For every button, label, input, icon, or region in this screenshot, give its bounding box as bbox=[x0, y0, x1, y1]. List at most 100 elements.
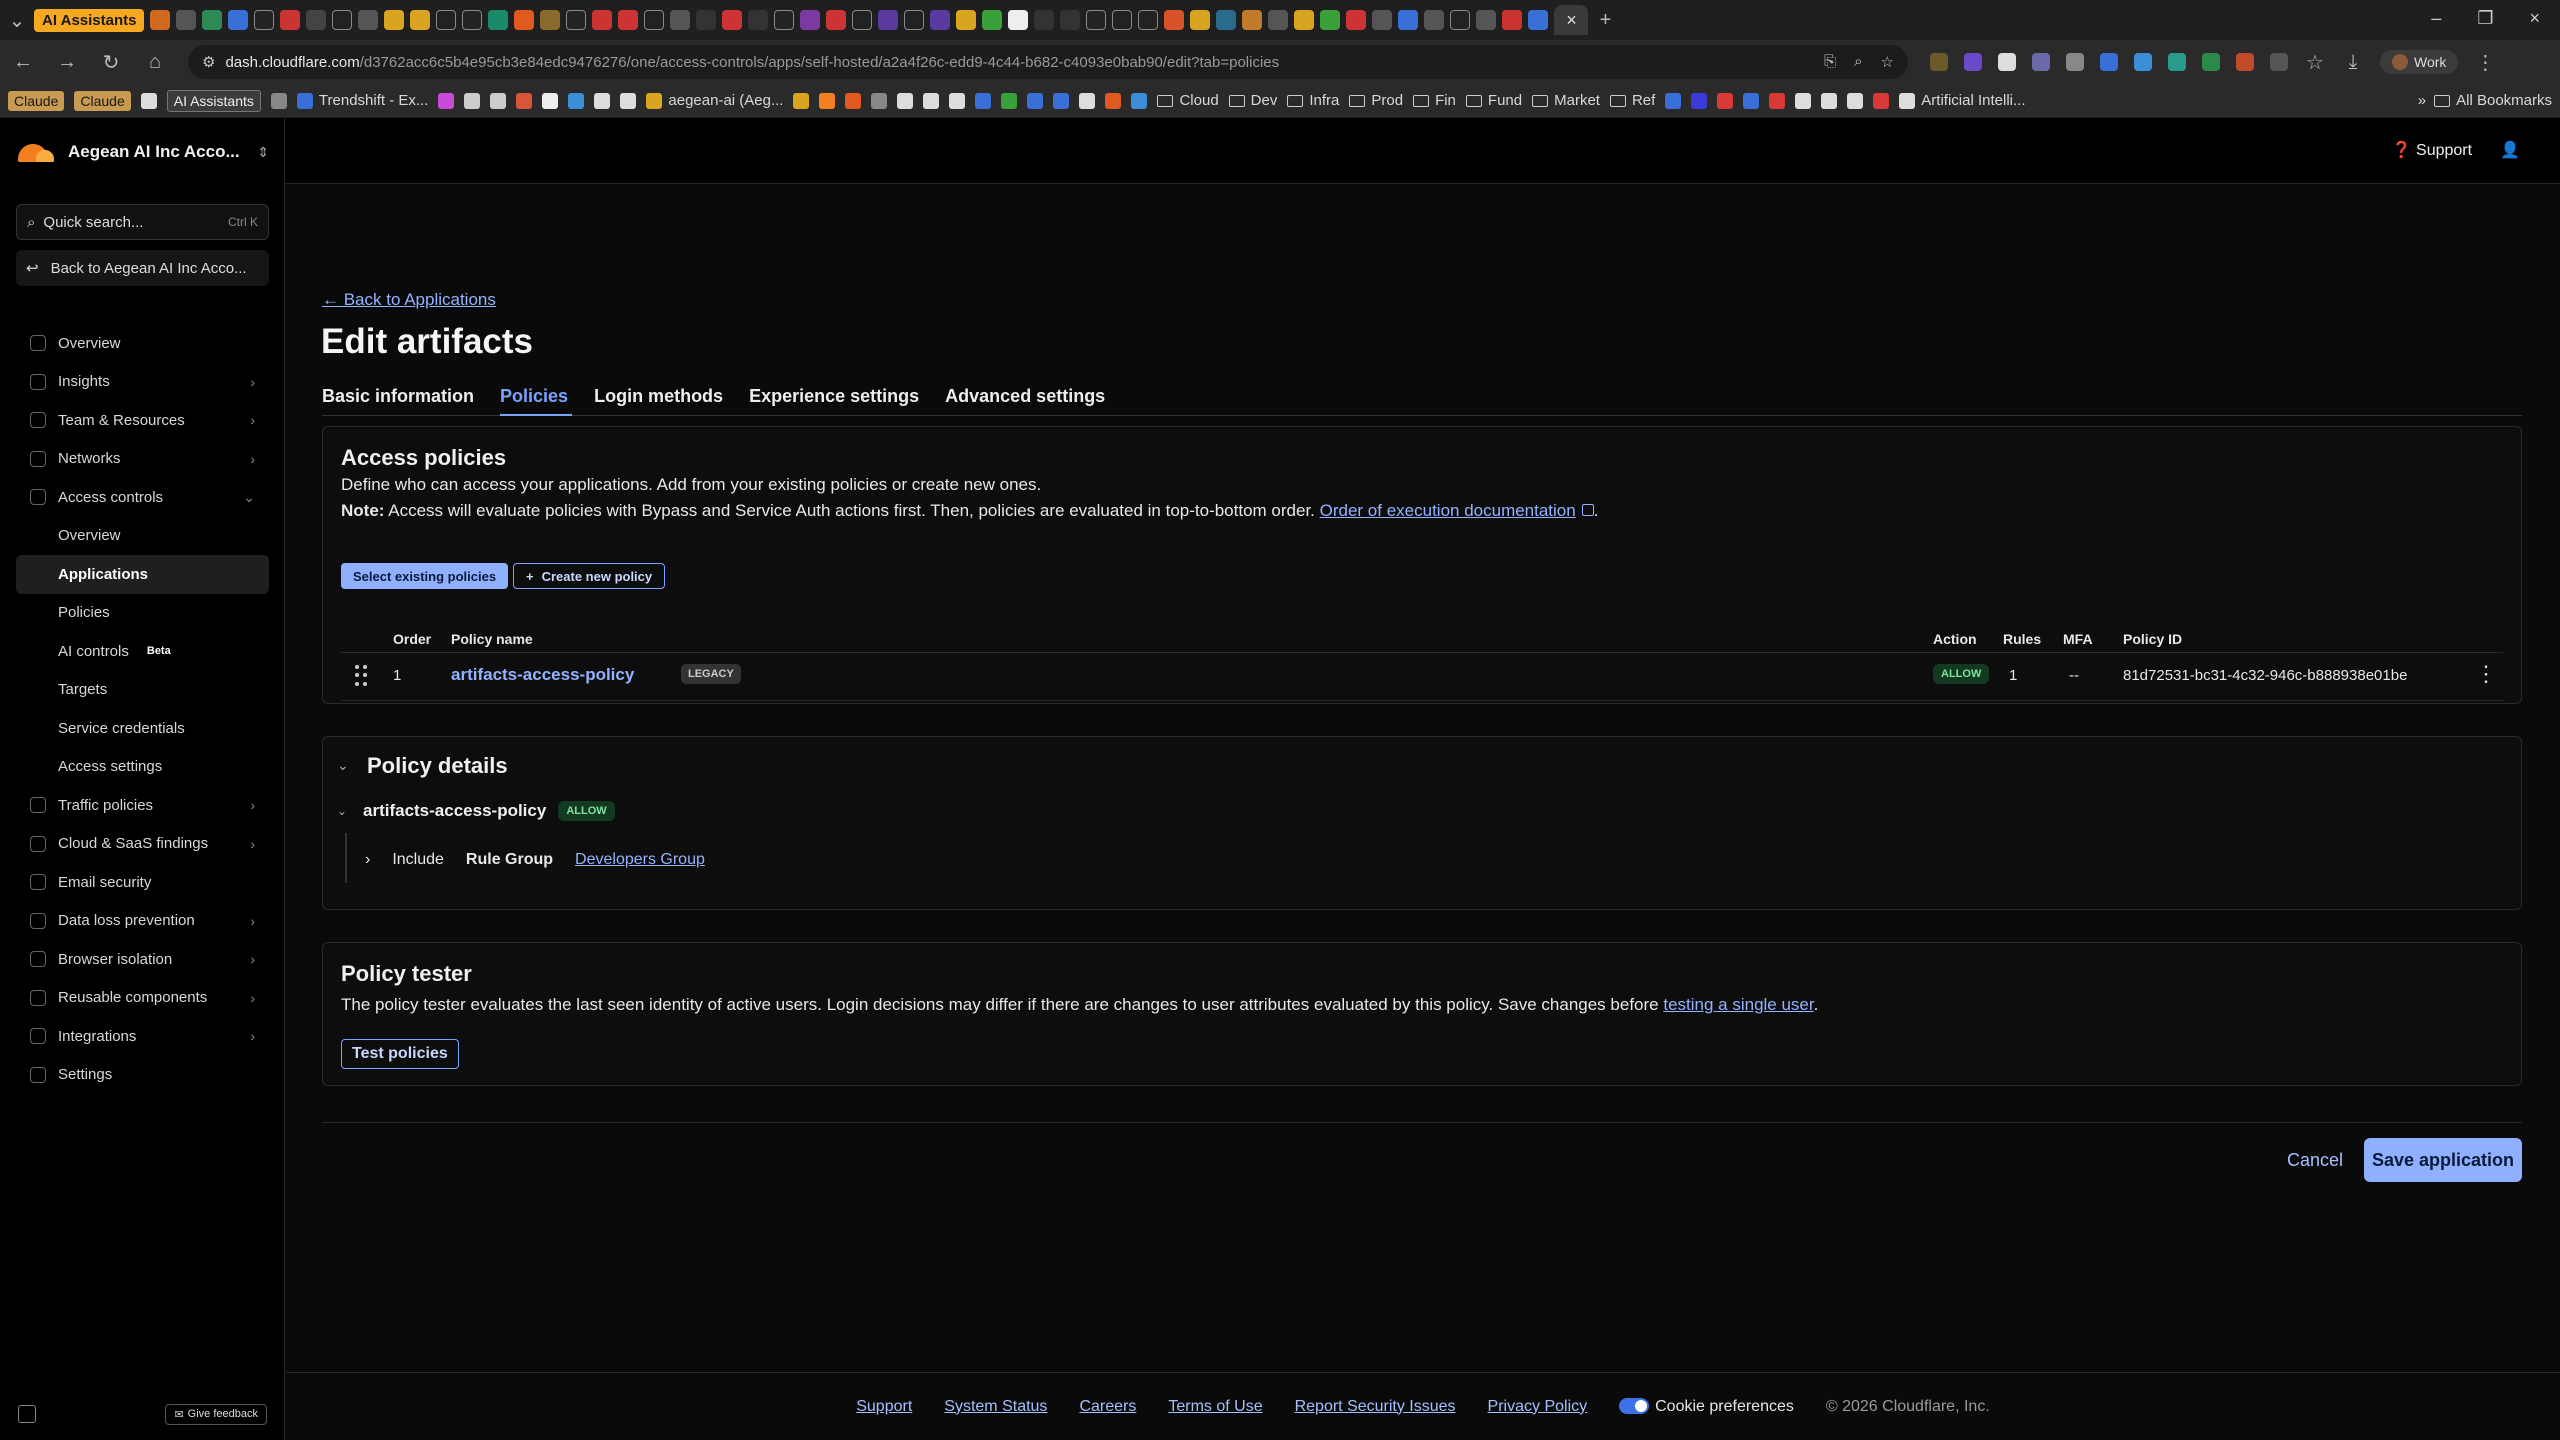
bookmark-star-icon[interactable]: ☆ bbox=[1881, 53, 1894, 71]
bookmark-icon[interactable] bbox=[1873, 92, 1890, 109]
tab-favicon[interactable] bbox=[748, 10, 769, 30]
bookmark-tag[interactable]: AI Assistants bbox=[166, 89, 261, 112]
sidebar-item-team-resources[interactable]: Team & Resources › bbox=[16, 401, 269, 440]
bookmark-folder-fund[interactable]: Fund bbox=[1465, 92, 1522, 109]
sidebar-item-settings[interactable]: Settings bbox=[16, 1056, 269, 1095]
bookmark-icon[interactable] bbox=[140, 92, 157, 109]
tab-favicon[interactable] bbox=[1320, 10, 1341, 30]
support-button[interactable]: ❓ Support bbox=[2392, 140, 2472, 160]
site-info-icon[interactable]: ⚙ bbox=[202, 53, 215, 71]
tab-favicon[interactable] bbox=[930, 10, 951, 30]
collapse-chevron-icon[interactable]: ⌄ bbox=[337, 757, 349, 774]
forward-arrow-icon[interactable]: → bbox=[56, 51, 78, 74]
developers-group-link[interactable]: Developers Group bbox=[575, 851, 705, 869]
extension-icon[interactable] bbox=[2066, 53, 2084, 71]
tab-favicon[interactable] bbox=[1372, 10, 1393, 30]
bookmark-trendshift[interactable]: Trendshift - Ex... bbox=[296, 92, 428, 109]
bookmark-icon[interactable] bbox=[516, 92, 533, 109]
tab-favicon[interactable] bbox=[1138, 10, 1159, 30]
restore-icon[interactable]: ❐ bbox=[2477, 8, 2493, 29]
footer-link-system-status[interactable]: System Status bbox=[944, 1398, 1047, 1416]
quick-search[interactable]: ⌕ Quick search... Ctrl K bbox=[16, 204, 269, 240]
sidebar-item-access-controls[interactable]: Access controls ⌄ bbox=[16, 478, 269, 517]
bookmark-icon[interactable] bbox=[620, 92, 637, 109]
tab-policies[interactable]: Policies bbox=[500, 384, 573, 416]
account-switcher[interactable]: Aegean AI Inc Acco... ⇕ bbox=[14, 136, 269, 168]
tab-favicon[interactable] bbox=[670, 10, 691, 30]
extension-icon[interactable] bbox=[1964, 53, 1982, 71]
collapse-sidebar-icon[interactable] bbox=[18, 1405, 36, 1423]
tab-favicon[interactable] bbox=[800, 10, 821, 30]
bookmark-icon[interactable] bbox=[975, 92, 992, 109]
save-application-button[interactable]: Save application bbox=[2364, 1138, 2522, 1182]
tab-experience-settings[interactable]: Experience settings bbox=[749, 384, 923, 416]
bookmark-icon[interactable] bbox=[1001, 92, 1018, 109]
profile-button[interactable]: Work bbox=[2380, 50, 2459, 74]
footer-link-support[interactable]: Support bbox=[856, 1398, 912, 1416]
tab-favicon[interactable] bbox=[176, 10, 197, 30]
footer-link-privacy[interactable]: Privacy Policy bbox=[1488, 1398, 1588, 1416]
tab-favicon[interactable] bbox=[1268, 10, 1289, 30]
bookmark-icon[interactable] bbox=[464, 92, 481, 109]
bookmark-icon[interactable] bbox=[490, 92, 507, 109]
home-icon[interactable]: ⌂ bbox=[144, 51, 166, 74]
back-to-applications-link[interactable]: ← Back to Applications bbox=[322, 290, 496, 310]
tab-favicon[interactable] bbox=[696, 10, 717, 30]
bookmark-icon[interactable] bbox=[1717, 92, 1734, 109]
bookmark-folder-cloud[interactable]: Cloud bbox=[1157, 92, 1219, 109]
close-tab-icon[interactable]: × bbox=[1554, 5, 1589, 35]
policy-collapse-chevron-icon[interactable]: ⌄ bbox=[337, 804, 347, 818]
tab-favicon[interactable] bbox=[774, 10, 795, 30]
bookmark-aegean[interactable]: aegean-ai (Aeg... bbox=[646, 92, 783, 109]
tab-login-methods[interactable]: Login methods bbox=[594, 384, 727, 416]
sidebar-item-networks[interactable]: Networks › bbox=[16, 440, 269, 479]
extension-icon[interactable] bbox=[2134, 53, 2152, 71]
back-arrow-icon[interactable]: ← bbox=[12, 51, 34, 74]
apps-grid-icon[interactable] bbox=[270, 92, 287, 109]
tab-search-icon[interactable]: ⌄ bbox=[6, 8, 28, 33]
sidebar-item-overview[interactable]: Overview bbox=[16, 324, 269, 363]
bookmark-icon[interactable] bbox=[594, 92, 611, 109]
tab-favicon[interactable] bbox=[1242, 10, 1263, 30]
download-icon[interactable]: ⤓ bbox=[2342, 51, 2364, 74]
sidebar-item-insights[interactable]: Insights › bbox=[16, 363, 269, 402]
tab-favicon[interactable] bbox=[384, 10, 405, 30]
sidebar-item-browser-isolation[interactable]: Browser isolation › bbox=[16, 940, 269, 979]
footer-link-careers[interactable]: Careers bbox=[1079, 1398, 1136, 1416]
sidebar-subitem-service-credentials[interactable]: Service credentials bbox=[16, 709, 269, 748]
sidebar-item-integrations[interactable]: Integrations › bbox=[16, 1017, 269, 1056]
tab-favicon[interactable] bbox=[254, 10, 275, 30]
bookmarks-panel-icon[interactable]: ☆ bbox=[2304, 50, 2326, 75]
testing-single-user-link[interactable]: testing a single user bbox=[1663, 995, 1813, 1014]
cookie-preferences-button[interactable]: Cookie preferences bbox=[1619, 1398, 1794, 1416]
tab-favicon[interactable] bbox=[722, 10, 743, 30]
tab-favicon[interactable] bbox=[956, 10, 977, 30]
new-tab-icon[interactable]: + bbox=[1594, 9, 1616, 32]
bookmark-folder-prod[interactable]: Prod bbox=[1349, 92, 1403, 109]
sidebar-item-traffic-policies[interactable]: Traffic policies › bbox=[16, 786, 269, 825]
sidebar-item-data-loss-prevention[interactable]: Data loss prevention › bbox=[16, 902, 269, 941]
minimize-icon[interactable]: – bbox=[2431, 8, 2441, 29]
bookmark-icon[interactable] bbox=[1665, 92, 1682, 109]
bookmark-icon[interactable] bbox=[923, 92, 940, 109]
sidebar-subitem-access-settings[interactable]: Access settings bbox=[16, 748, 269, 787]
extension-icon[interactable] bbox=[2032, 53, 2050, 71]
tab-favicon[interactable] bbox=[332, 10, 353, 30]
tab-favicon[interactable] bbox=[982, 10, 1003, 30]
bookmark-tag[interactable]: Claude bbox=[74, 90, 131, 111]
bookmark-icon[interactable] bbox=[949, 92, 966, 109]
tab-favicon[interactable] bbox=[566, 10, 587, 30]
bookmark-icon[interactable] bbox=[1743, 92, 1760, 109]
cancel-button[interactable]: Cancel bbox=[2287, 1150, 2343, 1171]
url-input[interactable]: ⚙ dash.cloudflare.com/d3762acc6c5b4e95cb… bbox=[188, 45, 1908, 79]
tab-basic-information[interactable]: Basic information bbox=[322, 384, 478, 416]
bookmark-icon[interactable] bbox=[793, 92, 810, 109]
tab-favicon[interactable] bbox=[1190, 10, 1211, 30]
bookmark-icon[interactable] bbox=[542, 92, 559, 109]
tab-favicon[interactable] bbox=[1164, 10, 1185, 30]
tab-favicon[interactable] bbox=[1086, 10, 1107, 30]
close-window-icon[interactable]: × bbox=[2529, 8, 2540, 29]
browser-menu-icon[interactable]: ⋮ bbox=[2474, 50, 2496, 75]
sidebar-item-email-security[interactable]: Email security bbox=[16, 863, 269, 902]
drag-handle-icon[interactable] bbox=[355, 665, 369, 687]
